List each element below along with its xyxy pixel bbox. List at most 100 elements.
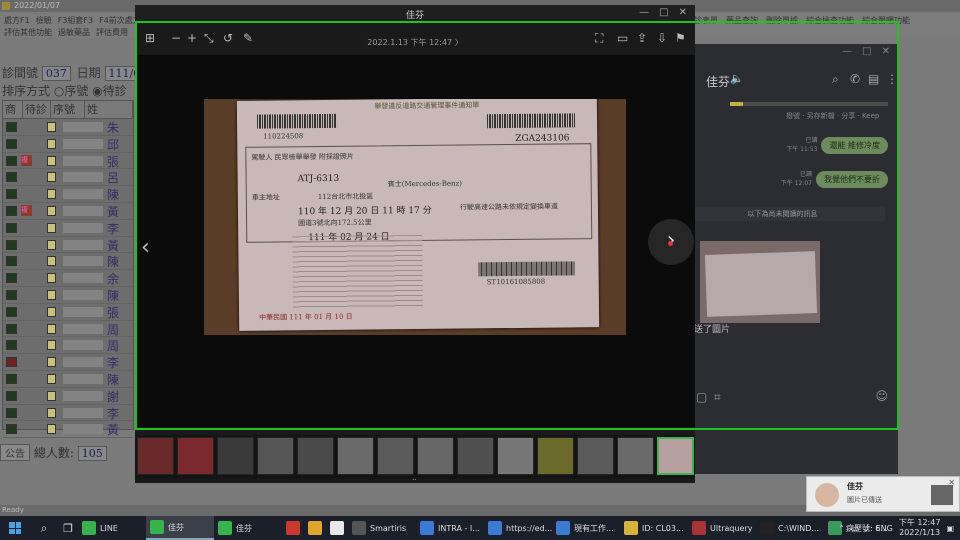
row-checkbox[interactable] [6, 256, 17, 267]
row-checkbox[interactable] [6, 357, 17, 368]
table-row[interactable]: 李 [3, 405, 133, 422]
taskbar-app[interactable]: 佳芬 [214, 516, 282, 540]
document-icon[interactable] [47, 122, 56, 132]
table-row[interactable]: 余 [3, 270, 133, 287]
maximize-icon[interactable]: □ [862, 46, 871, 57]
table-row[interactable]: 陳 [3, 186, 133, 203]
notification-toast[interactable]: 佳芬 圖片已傳送 ✕ [806, 476, 960, 512]
thumbnail[interactable] [417, 437, 454, 475]
volume-icon[interactable]: ♪ [864, 524, 869, 533]
document-icon[interactable] [47, 424, 56, 435]
notification-icon[interactable]: ▣ [946, 524, 954, 533]
message-bubble[interactable]: 還能 維修冷度 [821, 137, 888, 154]
menu-item[interactable]: 評估其他功能 [4, 27, 52, 38]
emoji-icon[interactable]: ☺ [875, 389, 888, 403]
start-button[interactable] [0, 516, 30, 540]
photo-date[interactable]: 2022.1.13 下午 12:47 〉 [135, 37, 695, 48]
row-checkbox[interactable] [6, 122, 17, 132]
thumbnail[interactable] [537, 437, 574, 475]
language-indicator[interactable]: ENG [876, 524, 893, 533]
taskbar-app[interactable]: 現有工作... [552, 516, 620, 540]
minimize-icon[interactable]: — [842, 46, 852, 57]
document-icon[interactable] [47, 222, 56, 233]
taskbar-app[interactable]: ID: CL03... [620, 516, 688, 540]
document-icon[interactable] [47, 205, 56, 216]
thumbnail[interactable] [177, 437, 214, 475]
document-icon[interactable] [47, 340, 56, 351]
table-row[interactable]: 陳 [3, 371, 133, 388]
row-checkbox[interactable] [6, 373, 17, 384]
search-icon[interactable]: ⌕ [832, 72, 839, 87]
menu-item[interactable]: F3組套F3 [58, 15, 93, 26]
menu-item[interactable]: 刪除單據 [766, 15, 798, 26]
thumbnail[interactable] [497, 437, 534, 475]
document-icon[interactable] [47, 390, 56, 401]
thumbnail[interactable] [217, 437, 254, 475]
thumbnail[interactable] [577, 437, 614, 475]
minimize-icon[interactable]: — [639, 7, 649, 18]
taskbar-app[interactable] [304, 516, 326, 540]
share-icon[interactable]: ⇪ [637, 31, 647, 45]
thumbnail[interactable] [377, 437, 414, 475]
menu-item[interactable]: 藥品查詢 [726, 15, 758, 26]
crop-icon[interactable]: ⌗ [714, 390, 721, 405]
table-row[interactable]: 複張 [3, 153, 133, 170]
row-checkbox[interactable] [6, 189, 17, 200]
table-row[interactable]: 謝 [3, 388, 133, 405]
taskbar-app[interactable]: LINE [78, 516, 146, 540]
close-icon[interactable]: ✕ [948, 478, 955, 487]
document-icon[interactable] [47, 357, 56, 368]
table-row[interactable]: 複黃 [3, 203, 133, 220]
row-checkbox[interactable] [6, 155, 17, 166]
table-row[interactable]: 黃 [3, 421, 133, 439]
speaker-icon[interactable]: 🔈 [730, 72, 744, 85]
thumbnail[interactable] [457, 437, 494, 475]
taskbar-app[interactable]: https://ed... [484, 516, 552, 540]
download-icon[interactable]: ⇩ [657, 31, 667, 45]
menu-item[interactable]: 綜合醫囑功能 [862, 15, 910, 26]
message-bubble[interactable]: 我覺他們不要折 [816, 171, 888, 188]
row-checkbox[interactable] [6, 323, 17, 334]
table-row[interactable]: 呂 [3, 169, 133, 187]
notice-button[interactable]: 公告 [0, 444, 30, 461]
thumbnail[interactable] [657, 437, 694, 475]
network-icon[interactable]: ▭ [851, 524, 859, 533]
chevron-up-icon[interactable]: ⌃ [838, 524, 845, 533]
menu-item[interactable]: 檢驗 [36, 15, 52, 26]
taskbar-app[interactable]: C:\WIND... [756, 516, 824, 540]
bookmark-icon[interactable]: ⚑ [675, 31, 686, 45]
attach-icon[interactable]: ▢ [696, 390, 707, 404]
document-icon[interactable] [47, 323, 56, 334]
taskbar-app[interactable] [326, 516, 348, 540]
menu-item[interactable]: 處方F1 [4, 15, 30, 26]
document-icon[interactable] [47, 373, 56, 384]
chat-image-thumbnail[interactable] [700, 241, 820, 323]
scan-icon[interactable]: ⛶ [595, 31, 603, 46]
taskbar-app[interactable]: Ultraquery [688, 516, 756, 540]
previous-arrow-icon[interactable]: ‹ [141, 235, 150, 260]
search-icon[interactable]: ⌕ [30, 521, 58, 536]
table-row[interactable]: 邱 [3, 136, 133, 153]
document-icon[interactable] [47, 155, 56, 166]
maximize-icon[interactable]: □ [659, 7, 668, 18]
table-row[interactable]: 陳 [3, 253, 133, 271]
table-row[interactable]: 李 [3, 220, 133, 237]
task-view-icon[interactable]: ❐ [58, 522, 78, 535]
table-row[interactable]: 張 [3, 304, 133, 321]
taskbar-app[interactable]: 佳芬 [146, 516, 214, 540]
document-icon[interactable] [47, 306, 56, 317]
thumbnail[interactable] [297, 437, 334, 475]
document-icon[interactable] [47, 407, 56, 418]
row-checkbox[interactable] [6, 239, 17, 250]
sort-radio-wait[interactable]: ◉待診 [92, 84, 126, 98]
document-icon[interactable] [47, 189, 56, 200]
menu-item[interactable]: 評估費用 [96, 27, 128, 38]
row-checkbox[interactable] [6, 306, 17, 317]
table-row[interactable]: 陳 [3, 287, 133, 304]
thumbnail[interactable] [257, 437, 294, 475]
row-checkbox[interactable] [6, 138, 17, 149]
document-icon[interactable] [47, 289, 56, 300]
row-checkbox[interactable] [6, 172, 17, 183]
row-checkbox[interactable] [6, 205, 17, 216]
thumbnail[interactable] [137, 437, 174, 475]
